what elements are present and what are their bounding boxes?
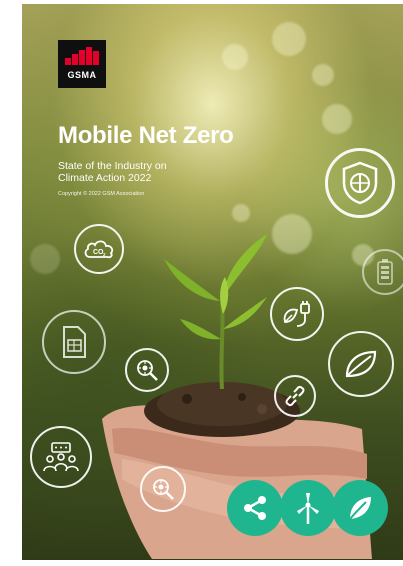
battery-icon — [362, 249, 403, 295]
wind-turbine-icon — [280, 480, 336, 536]
shield-energy-icon — [325, 148, 395, 218]
magnifier-sun-icon — [125, 348, 169, 392]
report-title: Mobile Net Zero — [58, 122, 234, 149]
bokeh-light — [322, 104, 352, 134]
sim-card-icon — [42, 310, 106, 374]
magnifier-sun-icon — [140, 466, 186, 512]
copyright-notice: Copyright © 2022 GSM Association — [58, 191, 145, 197]
bokeh-light — [232, 204, 250, 222]
link-icon — [274, 375, 316, 417]
report-subtitle: State of the Industry on Climate Action … — [58, 160, 218, 184]
bokeh-light — [312, 64, 334, 86]
bokeh-light — [272, 22, 306, 56]
share-icon — [227, 480, 283, 536]
subtitle-line-2: Climate Action 2022 — [58, 172, 152, 184]
gsma-logo-text: GSMA — [67, 70, 97, 80]
leaf-icon — [328, 331, 394, 397]
people-meeting-icon — [30, 426, 92, 488]
bokeh-light — [30, 244, 60, 274]
subtitle-line-1: State of the Industry on — [58, 160, 167, 172]
plug-leaf-icon — [270, 287, 324, 341]
gsma-logo: GSMA — [58, 40, 106, 88]
co2-cloud-icon: CO 2 — [74, 224, 124, 274]
leaf-icon — [332, 480, 388, 536]
bokeh-light — [222, 44, 248, 70]
report-cover: GSMA Mobile Net Zero State of the Indust… — [22, 4, 403, 560]
